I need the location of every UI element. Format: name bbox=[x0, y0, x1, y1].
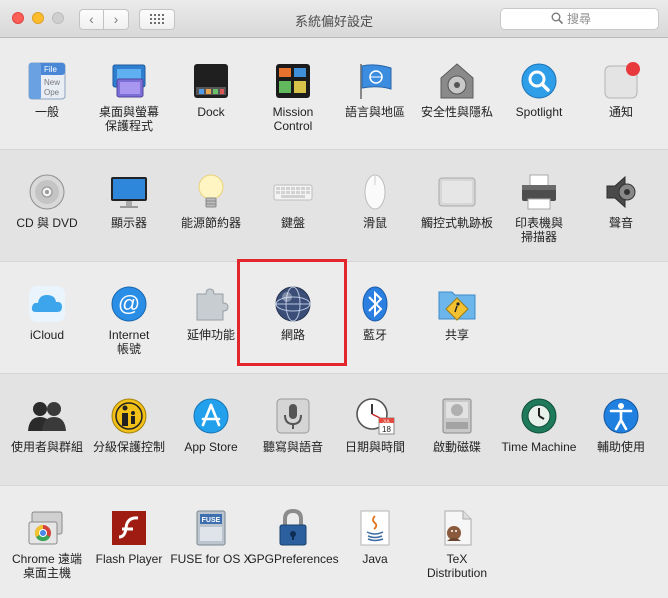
pref-parental-controls[interactable]: 分級保護控制 bbox=[88, 374, 170, 486]
parental-controls-icon bbox=[109, 396, 149, 436]
pref-dictation-speech[interactable]: 聽寫與語音 bbox=[252, 374, 334, 486]
pref-security-privacy[interactable]: 安全性與隱私 bbox=[416, 39, 498, 151]
pref-row-other: Chrome 遠端 桌面主機 Flash Player FUSE FUSE fo… bbox=[0, 486, 668, 598]
dictation-speech-icon bbox=[273, 396, 313, 436]
mission-control-icon bbox=[273, 61, 313, 101]
app-store-icon bbox=[191, 396, 231, 436]
pref-trackpad[interactable]: 觸控式軌跡板 bbox=[416, 150, 498, 262]
bluetooth-icon bbox=[355, 284, 395, 324]
flash-player-icon bbox=[109, 508, 149, 548]
internet-accounts-icon: @ bbox=[109, 284, 149, 324]
icloud-icon bbox=[27, 284, 67, 324]
date-time-icon: JUL 18 bbox=[355, 396, 395, 436]
energy-saver-icon bbox=[191, 172, 231, 212]
pref-startup-disk[interactable]: 啟動磁碟 bbox=[416, 374, 498, 486]
pref-row-internet: iCloud @ Internet 帳號 延伸功能 網路 藍牙 共享 bbox=[0, 262, 668, 374]
accessibility-icon bbox=[601, 396, 641, 436]
pref-cd-dvd[interactable]: CD 與 DVD bbox=[6, 150, 88, 262]
pref-row-hardware: CD 與 DVD 顯示器 能源節約器 鍵盤 滑鼠 觸控式軌跡板 印表機與 掃描器… bbox=[0, 150, 668, 262]
pref-mouse[interactable]: 滑鼠 bbox=[334, 150, 416, 262]
mouse-icon bbox=[355, 172, 395, 212]
system-preferences-window: ‹ › 系統偏好設定 搜尋 File New Ope 一般 桌面與螢幕 保護程式… bbox=[0, 0, 668, 598]
startup-disk-icon bbox=[437, 396, 477, 436]
cd-dvd-icon bbox=[27, 172, 67, 212]
network-icon bbox=[273, 284, 313, 324]
pref-dock[interactable]: Dock bbox=[170, 39, 252, 151]
svg-text:Ope: Ope bbox=[44, 88, 60, 97]
security-privacy-icon bbox=[437, 61, 477, 101]
search-input[interactable] bbox=[567, 11, 652, 27]
search-field[interactable] bbox=[500, 8, 659, 30]
displays-icon bbox=[109, 172, 149, 212]
trackpad-icon bbox=[437, 172, 477, 212]
pref-gpg-preferences[interactable]: GPGPreferences bbox=[247, 486, 339, 598]
spotlight-icon bbox=[519, 61, 559, 101]
pref-icloud[interactable]: iCloud bbox=[6, 262, 88, 374]
pref-users-groups[interactable]: 使用者與群組 bbox=[6, 374, 88, 486]
pref-general[interactable]: File New Ope 一般 bbox=[6, 39, 88, 151]
pref-printers-scanners[interactable]: 印表機與 掃描器 bbox=[498, 150, 580, 262]
search-icon bbox=[551, 12, 564, 25]
pref-label: 共享 bbox=[444, 328, 469, 342]
pref-sound[interactable]: 聲音 bbox=[580, 150, 662, 262]
svg-text:FUSE: FUSE bbox=[202, 517, 221, 524]
pref-date-time[interactable]: JUL 18 日期與時間 bbox=[334, 374, 416, 486]
pref-internet-accounts[interactable]: @ Internet 帳號 bbox=[88, 262, 170, 374]
pref-notifications[interactable]: 通知 bbox=[580, 39, 662, 151]
pref-app-store[interactable]: App Store bbox=[170, 374, 252, 486]
java-icon bbox=[355, 508, 395, 548]
tex-distribution-icon bbox=[437, 508, 477, 548]
title-bar: ‹ › 系統偏好設定 bbox=[0, 0, 668, 38]
pref-network[interactable]: 網路 bbox=[252, 262, 334, 374]
extensions-icon bbox=[191, 284, 231, 324]
gpg-preferences-icon bbox=[273, 508, 313, 548]
pref-fuse[interactable]: FUSE FUSE for OS X bbox=[170, 486, 252, 598]
sound-icon bbox=[601, 172, 641, 212]
dock-icon bbox=[191, 61, 231, 101]
pref-accessibility[interactable]: 輔助使用 bbox=[580, 374, 662, 486]
pref-label: TeX Distribution bbox=[426, 552, 488, 580]
language-region-icon bbox=[355, 61, 395, 101]
pref-label: 通知 bbox=[608, 105, 633, 119]
pref-chrome-remote-desktop[interactable]: Chrome 遠端 桌面主機 bbox=[6, 486, 88, 598]
pref-bluetooth[interactable]: 藍牙 bbox=[334, 262, 416, 374]
pref-label: 輔助使用 bbox=[596, 440, 645, 454]
pref-language-region[interactable]: 語言與地區 bbox=[334, 39, 416, 151]
chrome-remote-desktop-icon bbox=[27, 508, 67, 548]
pref-tex-distribution[interactable]: TeX Distribution bbox=[416, 486, 498, 598]
pref-spotlight[interactable]: Spotlight bbox=[498, 39, 580, 151]
svg-text:File: File bbox=[44, 65, 57, 74]
pref-time-machine[interactable]: Time Machine bbox=[498, 374, 580, 486]
pref-flash-player[interactable]: Flash Player bbox=[88, 486, 170, 598]
svg-text:18: 18 bbox=[382, 425, 391, 434]
printers-scanners-icon bbox=[519, 172, 559, 212]
pref-displays[interactable]: 顯示器 bbox=[88, 150, 170, 262]
pref-sharing[interactable]: 共享 bbox=[416, 262, 498, 374]
pref-mission-control[interactable]: Mission Control bbox=[252, 39, 334, 151]
pref-extensions[interactable]: 延伸功能 bbox=[170, 262, 252, 374]
svg-text:JUL: JUL bbox=[382, 419, 390, 424]
time-machine-icon bbox=[519, 396, 559, 436]
pref-row-system: 使用者與群組 分級保護控制 App Store 聽寫與語音 JUL 18 日期與… bbox=[0, 374, 668, 486]
pref-java[interactable]: Java bbox=[334, 486, 416, 598]
desktop-screensaver-icon bbox=[109, 61, 149, 101]
svg-text:@: @ bbox=[118, 291, 140, 316]
sharing-icon bbox=[437, 284, 477, 324]
pref-row-personal: File New Ope 一般 桌面與螢幕 保護程式 Dock Mission … bbox=[0, 39, 668, 150]
pref-keyboard[interactable]: 鍵盤 bbox=[252, 150, 334, 262]
svg-text:New: New bbox=[44, 78, 60, 87]
general-icon: File New Ope bbox=[27, 61, 67, 101]
users-groups-icon bbox=[27, 396, 67, 436]
pref-energy-saver[interactable]: 能源節約器 bbox=[170, 150, 252, 262]
fuse-icon: FUSE bbox=[191, 508, 231, 548]
pref-label: 聲音 bbox=[608, 216, 633, 230]
notifications-icon bbox=[601, 61, 641, 101]
pref-desktop-screensaver[interactable]: 桌面與螢幕 保護程式 bbox=[88, 39, 170, 151]
keyboard-icon bbox=[273, 172, 313, 212]
